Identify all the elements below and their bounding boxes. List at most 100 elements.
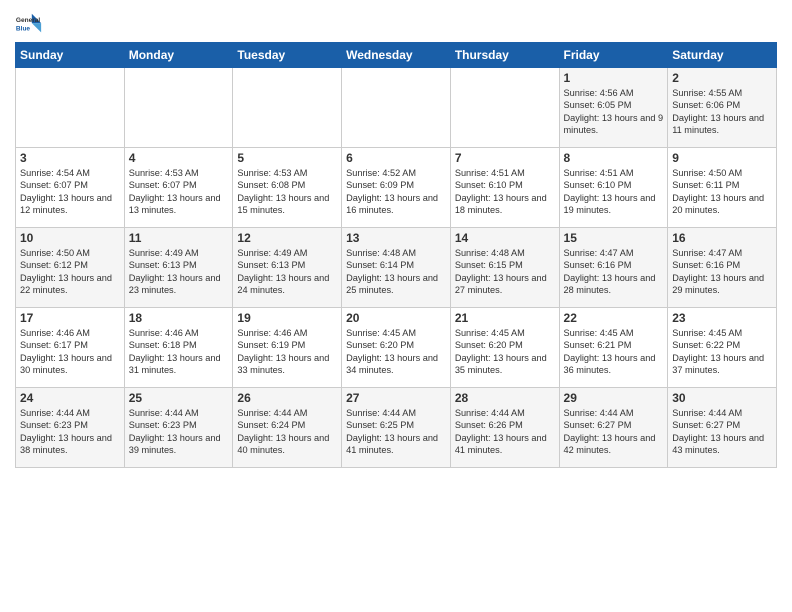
day-info: Sunrise: 4:53 AM Sunset: 6:07 PM Dayligh… <box>129 167 229 217</box>
calendar-cell: 1 Sunrise: 4:56 AM Sunset: 6:05 PM Daylig… <box>559 68 668 148</box>
day-number: 14 <box>455 231 555 245</box>
calendar-cell: 3 Sunrise: 4:54 AM Sunset: 6:07 PM Daylig… <box>16 148 125 228</box>
day-number: 28 <box>455 391 555 405</box>
calendar-cell <box>16 68 125 148</box>
calendar-week-row: 24Sunrise: 4:44 AM Sunset: 6:23 PM Dayli… <box>16 388 777 468</box>
day-info: Sunrise: 4:46 AM Sunset: 6:19 PM Dayligh… <box>237 327 337 377</box>
calendar-week-row: 3 Sunrise: 4:54 AM Sunset: 6:07 PM Daylig… <box>16 148 777 228</box>
calendar-cell: 19 Sunrise: 4:46 AM Sunset: 6:19 PM Dayli… <box>233 308 342 388</box>
day-number: 12 <box>237 231 337 245</box>
svg-text:General: General <box>16 17 40 24</box>
day-number: 20 <box>346 311 446 325</box>
day-info: Sunrise: 4:50 AM Sunset: 6:11 PM Dayligh… <box>672 167 772 217</box>
calendar-cell: 9 Sunrise: 4:50 AM Sunset: 6:11 PM Daylig… <box>668 148 777 228</box>
calendar-cell: 6 Sunrise: 4:52 AM Sunset: 6:09 PM Daylig… <box>342 148 451 228</box>
day-info: Sunrise: 4:55 AM Sunset: 6:06 PM Dayligh… <box>672 87 772 137</box>
day-info: Sunrise: 4:46 AM Sunset: 6:18 PM Dayligh… <box>129 327 229 377</box>
calendar-week-row: 17 Sunrise: 4:46 AM Sunset: 6:17 PM Dayli… <box>16 308 777 388</box>
day-info: Sunrise: 4:52 AM Sunset: 6:09 PM Dayligh… <box>346 167 446 217</box>
day-number: 11 <box>129 231 229 245</box>
calendar-cell: 24Sunrise: 4:44 AM Sunset: 6:23 PM Dayli… <box>16 388 125 468</box>
day-info: Sunrise: 4:45 AM Sunset: 6:20 PM Dayligh… <box>346 327 446 377</box>
logo: General Blue <box>15 10 43 38</box>
calendar-cell: 23 Sunrise: 4:45 AM Sunset: 6:22 PM Dayli… <box>668 308 777 388</box>
calendar-cell: 26 Sunrise: 4:44 AM Sunset: 6:24 PM Dayli… <box>233 388 342 468</box>
calendar-cell: 18 Sunrise: 4:46 AM Sunset: 6:18 PM Dayli… <box>124 308 233 388</box>
calendar-week-row: 1 Sunrise: 4:56 AM Sunset: 6:05 PM Daylig… <box>16 68 777 148</box>
day-number: 18 <box>129 311 229 325</box>
header: General Blue <box>15 10 777 38</box>
day-info: Sunrise: 4:44 AM Sunset: 6:24 PM Dayligh… <box>237 407 337 457</box>
calendar-cell: 2 Sunrise: 4:55 AM Sunset: 6:06 PM Daylig… <box>668 68 777 148</box>
calendar-cell: 14 Sunrise: 4:48 AM Sunset: 6:15 PM Dayli… <box>450 228 559 308</box>
day-info: Sunrise: 4:56 AM Sunset: 6:05 PM Dayligh… <box>564 87 664 137</box>
day-number: 3 <box>20 151 120 165</box>
day-info: Sunrise: 4:45 AM Sunset: 6:22 PM Dayligh… <box>672 327 772 377</box>
calendar-cell: 10 Sunrise: 4:50 AM Sunset: 6:12 PM Dayli… <box>16 228 125 308</box>
calendar-table: SundayMondayTuesdayWednesdayThursdayFrid… <box>15 42 777 468</box>
calendar-cell: 17 Sunrise: 4:46 AM Sunset: 6:17 PM Dayli… <box>16 308 125 388</box>
calendar-cell: 13Sunrise: 4:48 AM Sunset: 6:14 PM Dayli… <box>342 228 451 308</box>
day-number: 21 <box>455 311 555 325</box>
day-info: Sunrise: 4:46 AM Sunset: 6:17 PM Dayligh… <box>20 327 120 377</box>
day-number: 17 <box>20 311 120 325</box>
day-header: Saturday <box>668 43 777 68</box>
day-info: Sunrise: 4:48 AM Sunset: 6:14 PM Dayligh… <box>346 247 446 297</box>
calendar-cell: 28Sunrise: 4:44 AM Sunset: 6:26 PM Dayli… <box>450 388 559 468</box>
day-number: 4 <box>129 151 229 165</box>
calendar-cell: 7Sunrise: 4:51 AM Sunset: 6:10 PM Daylig… <box>450 148 559 228</box>
calendar-cell: 27 Sunrise: 4:44 AM Sunset: 6:25 PM Dayli… <box>342 388 451 468</box>
day-info: Sunrise: 4:44 AM Sunset: 6:27 PM Dayligh… <box>564 407 664 457</box>
calendar-cell: 30Sunrise: 4:44 AM Sunset: 6:27 PM Dayli… <box>668 388 777 468</box>
day-info: Sunrise: 4:45 AM Sunset: 6:20 PM Dayligh… <box>455 327 555 377</box>
calendar-cell <box>233 68 342 148</box>
svg-text:Blue: Blue <box>16 26 30 33</box>
calendar-cell: 20 Sunrise: 4:45 AM Sunset: 6:20 PM Dayli… <box>342 308 451 388</box>
day-header: Thursday <box>450 43 559 68</box>
day-header: Wednesday <box>342 43 451 68</box>
day-number: 15 <box>564 231 664 245</box>
day-header: Sunday <box>16 43 125 68</box>
calendar-cell: 4 Sunrise: 4:53 AM Sunset: 6:07 PM Daylig… <box>124 148 233 228</box>
calendar-cell: 16 Sunrise: 4:47 AM Sunset: 6:16 PM Dayli… <box>668 228 777 308</box>
calendar-cell: 21 Sunrise: 4:45 AM Sunset: 6:20 PM Dayli… <box>450 308 559 388</box>
day-info: Sunrise: 4:49 AM Sunset: 6:13 PM Dayligh… <box>129 247 229 297</box>
day-number: 16 <box>672 231 772 245</box>
day-number: 10 <box>20 231 120 245</box>
day-header: Tuesday <box>233 43 342 68</box>
calendar-cell: 15 Sunrise: 4:47 AM Sunset: 6:16 PM Dayli… <box>559 228 668 308</box>
page-container: General Blue SundayMondayTuesdayWednesda… <box>0 0 792 473</box>
day-number: 22 <box>564 311 664 325</box>
day-number: 19 <box>237 311 337 325</box>
day-number: 29 <box>564 391 664 405</box>
day-info: Sunrise: 4:44 AM Sunset: 6:23 PM Dayligh… <box>20 407 120 457</box>
day-info: Sunrise: 4:44 AM Sunset: 6:23 PM Dayligh… <box>129 407 229 457</box>
calendar-cell <box>342 68 451 148</box>
day-header: Monday <box>124 43 233 68</box>
day-info: Sunrise: 4:44 AM Sunset: 6:25 PM Dayligh… <box>346 407 446 457</box>
day-number: 23 <box>672 311 772 325</box>
calendar-cell: 22Sunrise: 4:45 AM Sunset: 6:21 PM Dayli… <box>559 308 668 388</box>
day-number: 1 <box>564 71 664 85</box>
calendar-cell <box>450 68 559 148</box>
day-info: Sunrise: 4:53 AM Sunset: 6:08 PM Dayligh… <box>237 167 337 217</box>
day-info: Sunrise: 4:50 AM Sunset: 6:12 PM Dayligh… <box>20 247 120 297</box>
day-number: 26 <box>237 391 337 405</box>
day-number: 25 <box>129 391 229 405</box>
calendar-cell: 5 Sunrise: 4:53 AM Sunset: 6:08 PM Daylig… <box>233 148 342 228</box>
day-info: Sunrise: 4:48 AM Sunset: 6:15 PM Dayligh… <box>455 247 555 297</box>
day-info: Sunrise: 4:47 AM Sunset: 6:16 PM Dayligh… <box>672 247 772 297</box>
day-number: 2 <box>672 71 772 85</box>
header-row: SundayMondayTuesdayWednesdayThursdayFrid… <box>16 43 777 68</box>
day-number: 27 <box>346 391 446 405</box>
calendar-cell: 25 Sunrise: 4:44 AM Sunset: 6:23 PM Dayli… <box>124 388 233 468</box>
day-info: Sunrise: 4:47 AM Sunset: 6:16 PM Dayligh… <box>564 247 664 297</box>
day-number: 9 <box>672 151 772 165</box>
day-number: 5 <box>237 151 337 165</box>
day-info: Sunrise: 4:54 AM Sunset: 6:07 PM Dayligh… <box>20 167 120 217</box>
day-number: 6 <box>346 151 446 165</box>
day-header: Friday <box>559 43 668 68</box>
logo-icon: General Blue <box>15 10 43 38</box>
day-number: 8 <box>564 151 664 165</box>
day-number: 7 <box>455 151 555 165</box>
